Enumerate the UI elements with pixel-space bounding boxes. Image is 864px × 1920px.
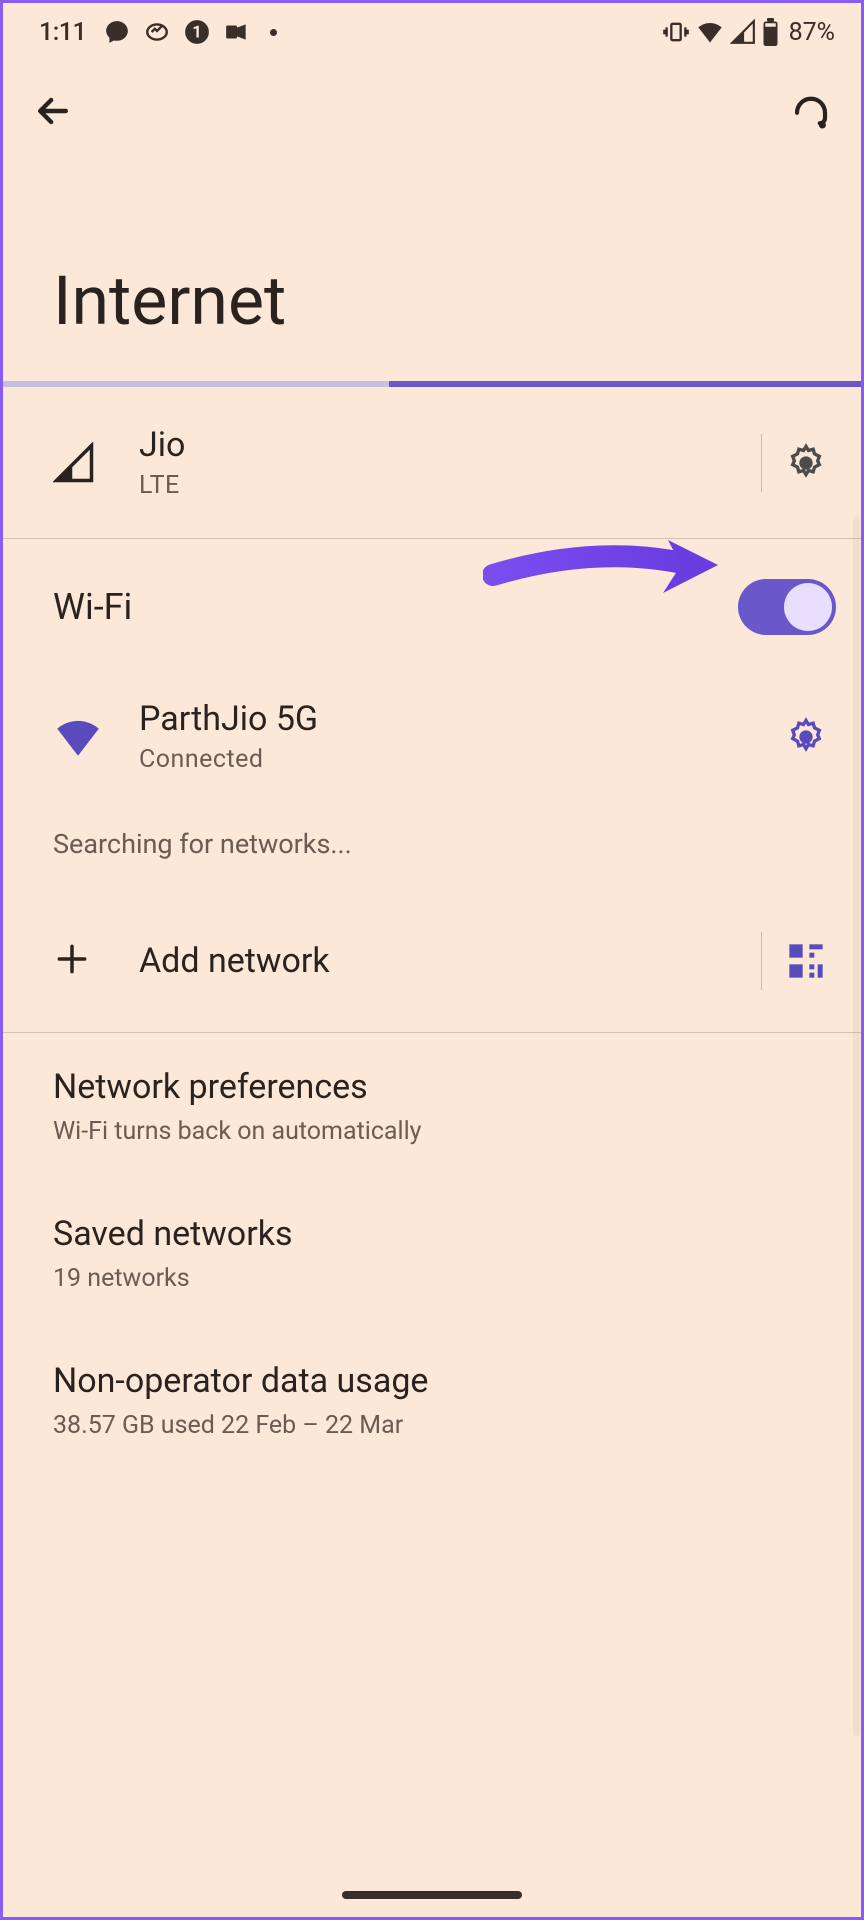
headset-icon [790, 90, 832, 132]
add-network-label: Add network [139, 941, 737, 981]
back-button[interactable] [29, 87, 77, 135]
carrier-row[interactable]: Jio LTE [3, 387, 861, 538]
gear-icon [786, 443, 826, 483]
plus-icon [53, 940, 139, 982]
wifi-label: Wi-Fi [53, 586, 132, 628]
wifi-toggle-row: Wi-Fi [3, 539, 861, 665]
scrollbar[interactable] [853, 516, 860, 1736]
qr-scan-button[interactable] [786, 941, 826, 981]
add-network-row[interactable]: Add network [3, 896, 861, 1026]
network-preferences-row[interactable]: Network preferences Wi-Fi turns back on … [3, 1033, 861, 1180]
data-usage-title: Non-operator data usage [53, 1361, 811, 1401]
notification-badge-icon: 1 [184, 19, 210, 45]
searching-text: Searching for networks... [3, 808, 861, 896]
battery-icon [762, 18, 779, 46]
wifi-network-row[interactable]: ParthJio 5G Connected [3, 665, 861, 808]
outlook-icon [224, 19, 250, 45]
arrow-back-icon [31, 89, 75, 133]
signal-status-icon [730, 19, 756, 45]
page-title: Internet [3, 161, 861, 381]
divider [761, 434, 762, 492]
vibrate-icon [662, 18, 690, 46]
carrier-type: LTE [139, 471, 737, 500]
app-bar [3, 61, 861, 161]
carrier-settings-button[interactable] [786, 443, 826, 483]
cloud-sync-icon [144, 19, 170, 45]
wifi-icon [53, 712, 103, 762]
saved-networks-row[interactable]: Saved networks 19 networks [3, 1180, 861, 1327]
qr-code-icon [786, 941, 826, 981]
wifi-status-icon [696, 18, 724, 46]
data-usage-sub: 38.57 GB used 22 Feb – 22 Mar [53, 1411, 811, 1440]
network-preferences-sub: Wi-Fi turns back on automatically [53, 1117, 811, 1146]
wifi-network-settings-button[interactable] [786, 717, 826, 757]
network-preferences-title: Network preferences [53, 1067, 811, 1107]
status-left: 1:11 1 [39, 18, 277, 47]
status-dot-icon [270, 29, 277, 36]
nav-handle[interactable] [342, 1891, 522, 1899]
svg-text:1: 1 [193, 22, 202, 41]
status-right: 87% [662, 18, 835, 47]
battery-percentage: 87% [789, 18, 835, 47]
divider [761, 932, 762, 990]
gear-icon [786, 717, 826, 757]
wifi-network-name: ParthJio 5G [139, 699, 786, 739]
chat-icon [104, 19, 130, 45]
wifi-toggle[interactable] [738, 579, 836, 635]
wifi-network-status: Connected [139, 745, 786, 774]
status-time: 1:11 [39, 18, 86, 47]
status-bar: 1:11 1 87% [3, 3, 861, 61]
saved-networks-sub: 19 networks [53, 1264, 811, 1293]
signal-icon [53, 442, 95, 484]
saved-networks-title: Saved networks [53, 1214, 811, 1254]
toggle-knob [784, 583, 832, 631]
carrier-name: Jio [139, 425, 737, 465]
data-usage-row[interactable]: Non-operator data usage 38.57 GB used 22… [3, 1327, 861, 1474]
help-button[interactable] [787, 87, 835, 135]
